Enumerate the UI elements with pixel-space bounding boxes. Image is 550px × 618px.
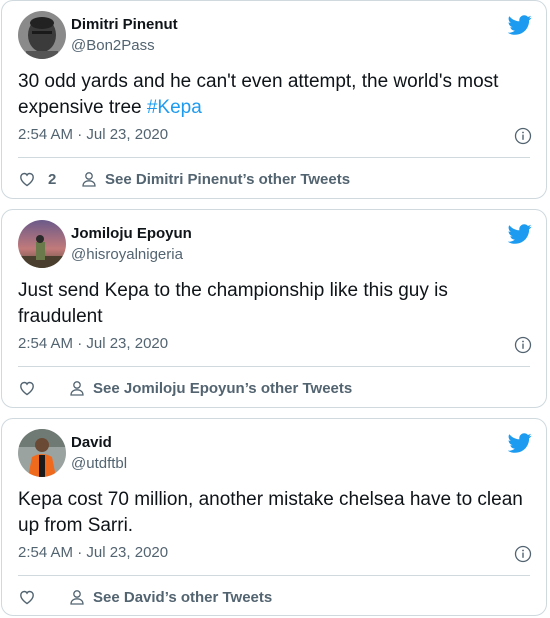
display-name[interactable]: Dimitri Pinenut [71, 16, 178, 33]
avatar[interactable] [18, 429, 66, 477]
tweet-timestamp[interactable]: 2:54 AM · Jul 23, 2020 [18, 126, 168, 143]
twitter-bird-icon[interactable] [508, 431, 532, 455]
avatar-image [18, 220, 66, 268]
avatar-image [18, 429, 66, 477]
twitter-bird-icon[interactable] [508, 222, 532, 246]
person-icon [70, 381, 84, 396]
tweet-timestamp[interactable]: 2:54 AM · Jul 23, 2020 [18, 335, 168, 352]
user-handle[interactable]: @hisroyalnigeria [71, 246, 183, 263]
person-icon [82, 172, 96, 187]
info-icon[interactable] [514, 336, 532, 354]
see-other-tweets-label: See David’s other Tweets [93, 588, 273, 606]
heart-icon[interactable] [18, 588, 36, 606]
see-other-tweets-link[interactable]: See Dimitri Pinenut’s other Tweets [80, 170, 350, 188]
twitter-bird-icon[interactable] [508, 13, 532, 37]
avatar[interactable] [18, 220, 66, 268]
tweet-text: 30 odd yards and he can't even attempt, … [18, 69, 528, 121]
info-icon[interactable] [514, 127, 532, 145]
tweet-timestamp[interactable]: 2:54 AM · Jul 23, 2020 [18, 544, 168, 561]
user-handle[interactable]: @utdftbl [71, 455, 127, 472]
tweet-card[interactable]: Jomiloju Epoyun @hisroyalnigeria Just se… [1, 209, 547, 408]
tweet-actions: 2 See Dimitri Pinenut’s other Tweets [18, 168, 350, 190]
see-other-tweets-label: See Dimitri Pinenut’s other Tweets [105, 170, 351, 188]
see-other-tweets-link[interactable]: See Jomiloju Epoyun’s other Tweets [68, 379, 352, 397]
tweet-card[interactable]: David @utdftbl Kepa cost 70 million, ano… [1, 418, 547, 616]
avatar-image [18, 11, 66, 59]
like-count[interactable]: 2 [48, 171, 58, 188]
divider [18, 366, 530, 367]
avatar[interactable] [18, 11, 66, 59]
heart-icon[interactable] [18, 170, 36, 188]
see-other-tweets-link[interactable]: See David’s other Tweets [68, 588, 272, 606]
divider [18, 157, 530, 158]
tweet-text: Kepa cost 70 million, another mistake ch… [18, 489, 523, 536]
heart-icon[interactable] [18, 379, 36, 397]
info-icon[interactable] [514, 545, 532, 563]
divider [18, 575, 530, 576]
tweet-text-body: 30 odd yards and he can't even attempt, … [18, 71, 499, 118]
tweet-actions: See David’s other Tweets [18, 586, 272, 608]
display-name[interactable]: David [71, 434, 112, 451]
tweet-feed: Dimitri Pinenut @Bon2Pass 30 odd yards a… [0, 0, 550, 618]
person-icon [70, 590, 84, 605]
display-name[interactable]: Jomiloju Epoyun [71, 225, 192, 242]
see-other-tweets-label: See Jomiloju Epoyun’s other Tweets [93, 379, 353, 397]
user-handle[interactable]: @Bon2Pass [71, 37, 155, 54]
tweet-text: Just send Kepa to the championship like … [18, 280, 448, 327]
hashtag-link[interactable]: #Kepa [147, 97, 202, 118]
tweet-actions: See Jomiloju Epoyun’s other Tweets [18, 377, 352, 399]
tweet-card[interactable]: Dimitri Pinenut @Bon2Pass 30 odd yards a… [1, 0, 547, 199]
